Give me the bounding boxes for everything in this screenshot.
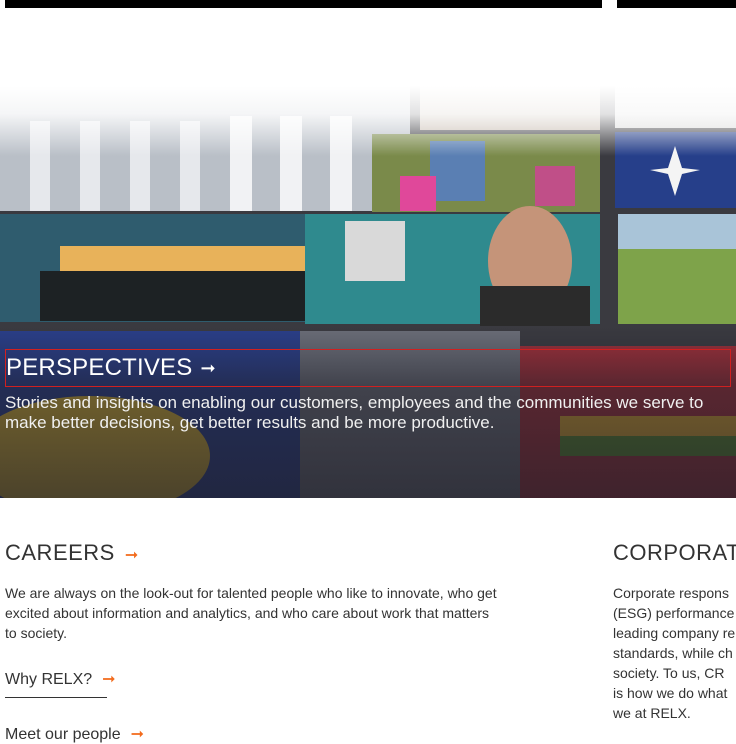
top-nav-bar-right bbox=[617, 0, 736, 8]
perspectives-title[interactable]: PERSPECTIVES bbox=[6, 354, 192, 382]
hero-banner[interactable]: PERSPECTIVES ➞ Stories and insights on e… bbox=[0, 86, 736, 498]
corporate-title[interactable]: CORPORATE bbox=[613, 540, 736, 565]
corporate-text: Corporate respons (ESG) performance lead… bbox=[613, 585, 736, 721]
top-nav-bar-left bbox=[5, 0, 602, 8]
hero-fade bbox=[0, 86, 736, 156]
arrow-right-icon: ➞ bbox=[130, 726, 145, 743]
meet-our-people-link[interactable]: Meet our people ➞ bbox=[5, 724, 144, 744]
arrow-right-icon: ➞ bbox=[200, 357, 216, 378]
careers-title[interactable]: CAREERS bbox=[5, 540, 115, 565]
arrow-right-icon: ➞ bbox=[102, 671, 116, 688]
perspectives-description: Stories and insights on enabling our cus… bbox=[5, 393, 704, 432]
perspectives-heading[interactable]: PERSPECTIVES ➞ bbox=[5, 349, 731, 387]
link-underline bbox=[5, 697, 107, 698]
meet-our-people-label[interactable]: Meet our people bbox=[5, 726, 121, 743]
careers-heading[interactable]: CAREERS ➞ bbox=[5, 540, 139, 566]
why-relx-label[interactable]: Why RELX? bbox=[5, 671, 92, 688]
arrow-right-icon: ➞ bbox=[124, 547, 139, 564]
corporate-heading[interactable]: CORPORATE bbox=[613, 540, 736, 566]
careers-text: We are always on the look-out for talent… bbox=[5, 585, 497, 641]
why-relx-link[interactable]: Why RELX? ➞ bbox=[5, 669, 116, 689]
